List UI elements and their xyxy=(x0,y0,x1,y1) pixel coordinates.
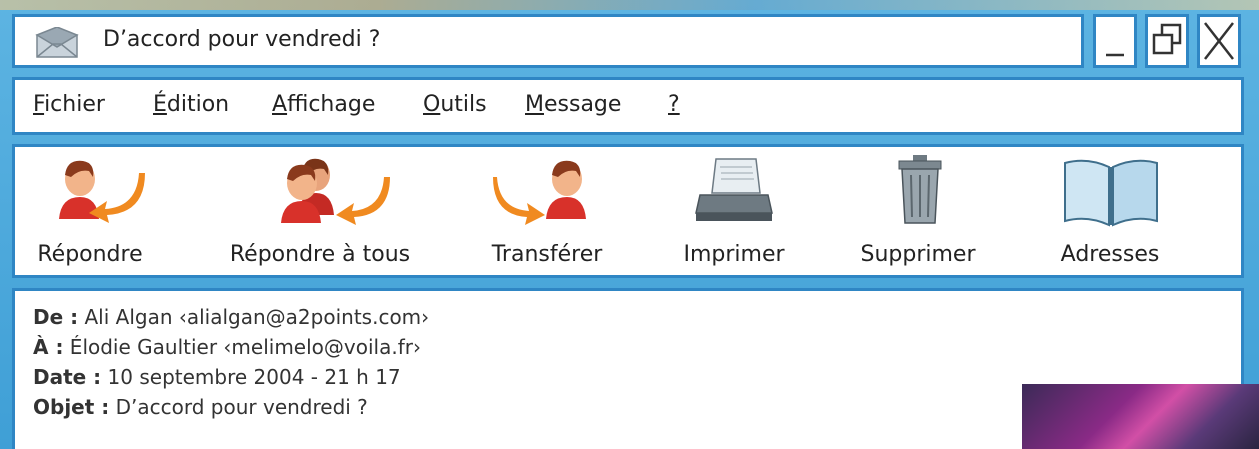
to-row: À : Élodie Gaultier ‹melimelo@voila.fr› xyxy=(33,335,421,359)
minimize-icon xyxy=(1106,53,1124,57)
from-row: De : Ali Algan ‹alialgan@a2points.com› xyxy=(33,305,430,329)
reply-all-icon xyxy=(281,158,390,225)
delete-button[interactable]: Supprimer xyxy=(853,155,983,273)
reply-all-button[interactable]: Répondre à tous xyxy=(215,155,425,273)
maximize-button[interactable] xyxy=(1145,14,1189,68)
title-bar: D’accord pour vendredi ? xyxy=(12,14,1084,68)
printer-icon xyxy=(695,158,773,221)
background-illustration xyxy=(0,0,1259,10)
addresses-button[interactable]: Adresses xyxy=(1045,155,1175,273)
window-title: D’accord pour vendredi ? xyxy=(103,27,381,52)
menu-affichage[interactable]: Affichage xyxy=(272,92,375,117)
print-button[interactable]: Imprimer xyxy=(679,155,789,273)
forward-button[interactable]: Transférer xyxy=(483,155,611,273)
menu-fichier[interactable]: Fichier xyxy=(33,92,105,117)
date-row: Date : 10 septembre 2004 - 21 h 17 xyxy=(33,365,401,389)
reply-button[interactable]: Répondre xyxy=(25,155,155,273)
menu-message[interactable]: Message xyxy=(525,92,621,117)
minimize-button[interactable] xyxy=(1093,14,1137,68)
envelope-icon xyxy=(35,27,79,58)
reply-icon xyxy=(59,160,145,223)
forward-icon xyxy=(493,160,586,225)
menu-outils[interactable]: Outils xyxy=(423,92,487,117)
menu-help[interactable]: ? xyxy=(668,92,680,117)
restore-icon xyxy=(1152,23,1182,55)
decorative-photo xyxy=(1022,384,1259,449)
menu-edition[interactable]: Édition xyxy=(153,92,229,117)
trash-icon xyxy=(898,155,942,224)
close-button[interactable] xyxy=(1197,14,1241,68)
address-book-icon xyxy=(1064,159,1158,227)
close-icon xyxy=(1204,22,1234,60)
subject-row: Objet : D’accord pour vendredi ? xyxy=(33,395,368,419)
toolbar: Répondre Répondre à tous Transférer Impr… xyxy=(12,144,1244,278)
menu-bar: Fichier Édition Affichage Outils Message… xyxy=(12,77,1244,135)
